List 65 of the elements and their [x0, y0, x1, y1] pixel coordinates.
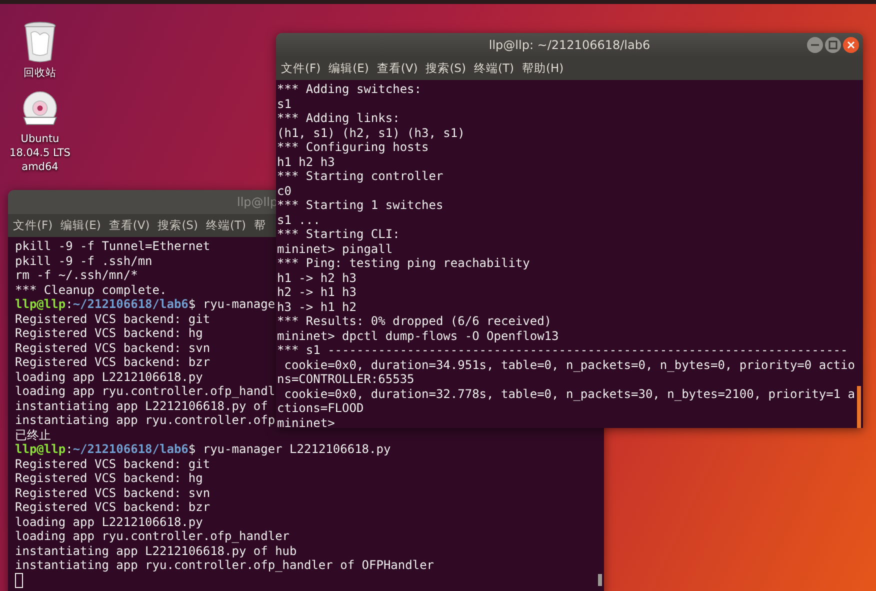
output-line: h2 -> h1 h3 [277, 285, 356, 300]
output-line: *** Starting 1 switches [277, 198, 444, 212]
output-line: Registered VCS backend: hg [15, 326, 203, 340]
menu-item[interactable]: 终端(T) [472, 61, 515, 76]
output-line: Registered VCS backend: bzr [15, 500, 210, 514]
icon-label[interactable]: Ubuntu 18.04.5 LTS amd64 [2, 132, 78, 174]
output-line: pkill -9 -f .ssh/mn [15, 254, 152, 268]
output-line: rm -f ~/.ssh/mn/* [15, 268, 138, 282]
output-line: Registered VCS backend: hg [15, 471, 203, 486]
close-button[interactable] [843, 37, 859, 53]
output-line: instantiating app ryu.controller.ofp_handler of OFPHandler [15, 558, 434, 572]
output-line: Registered VCS backend: svn [15, 340, 210, 355]
output-line: c0 [277, 184, 292, 198]
output-line: 已终止 [15, 428, 51, 442]
output-line: cookie=0x0, duration=34.951s, table=0, n_packets=0, n_bytes=0, priority=0 actio [283, 358, 855, 372]
scrollbar[interactable] [857, 386, 861, 428]
output-line: h1 h2 h3 [277, 154, 335, 169]
output-line: (h1, s1) (h2, s1) (h3, s1) [277, 126, 465, 140]
menu-item[interactable]: 帮助(H) [520, 61, 565, 76]
output-line: Registered VCS backend: bzr [15, 355, 210, 370]
output-line: *** Ping: testing ping reachability [277, 256, 530, 270]
output-line: *** Adding links: [277, 111, 400, 126]
output-line: Registered VCS backend: git [15, 456, 210, 471]
minimize-button[interactable] [807, 37, 823, 53]
maximize-icon [828, 40, 838, 50]
output-line: loading app L2212106618.py [15, 370, 203, 384]
trash-icon[interactable] [22, 20, 58, 64]
output-line: instantiating app L2212106618.py of [15, 398, 268, 413]
menu-item[interactable]: 文件(F) [280, 61, 322, 76]
output-line: *** Starting controller [277, 169, 444, 184]
output-line: ns=CONTROLLER:65535 [277, 372, 414, 386]
prompt-line: llp@llp:~/212106618/lab6$ ryu-manager L2212106618.py [15, 442, 391, 456]
output-line: instantiating app ryu.controller.ofp [15, 413, 276, 428]
menu-item[interactable]: 编辑(E) [328, 61, 370, 76]
output-line: mininet> [277, 416, 335, 428]
icon-label[interactable]: 回收站 [2, 66, 78, 80]
minimize-icon [811, 44, 819, 46]
output-line: loading app L2212106618.py [15, 514, 203, 529]
output-line: cookie=0x0, duration=32.778s, table=0, n_packets=30, n_bytes=2100, priority=1 a [283, 386, 855, 401]
output-line: mininet> pingall [277, 242, 393, 256]
output-line: Registered VCS backend: svn [15, 486, 210, 500]
window-title: llp@llp: ~/212106618/lab6 [488, 38, 650, 52]
window-title: llp@llp [237, 195, 278, 209]
output-line: *** Cleanup complete. [15, 282, 167, 297]
output-line: loading app ryu.controller.ofp_handl [15, 384, 276, 398]
output-line: instantiating app L2212106618.py of hub [15, 544, 297, 558]
output-line: *** Adding switches: [277, 82, 422, 96]
output-line: ctions=FLOOD [277, 401, 364, 416]
menu-item[interactable]: 查看(V) [376, 61, 419, 76]
output-line: *** s1 ------------------------------------------------------------------------ [277, 343, 848, 358]
output-line: h1 -> h2 h3 [277, 270, 356, 285]
prompt-line: llp@llp:~/212106618/lab6$ ryu-manage [15, 297, 276, 312]
output-line: loading app ryu.controller.ofp_handler [15, 529, 290, 544]
output-line: *** Results: 0% dropped (6/6 received) [277, 314, 552, 328]
output-line: s1 ... [277, 212, 320, 227]
output-line: *** Configuring hosts [277, 140, 429, 154]
output-line: pkill -9 -f Tunnel=Ethernet [15, 239, 210, 254]
close-icon [847, 41, 855, 49]
output-line: mininet> dpctl dump-flows -O Openflow13 [277, 328, 559, 343]
output-line: h3 -> h1 h2 [277, 300, 356, 314]
output-line: *** Starting CLI: [277, 227, 400, 242]
menu-item[interactable]: 搜索(S) [424, 61, 467, 76]
output-line: Registered VCS backend: git [15, 312, 210, 326]
maximize-button[interactable] [825, 37, 841, 53]
output-line: s1 [277, 96, 292, 111]
